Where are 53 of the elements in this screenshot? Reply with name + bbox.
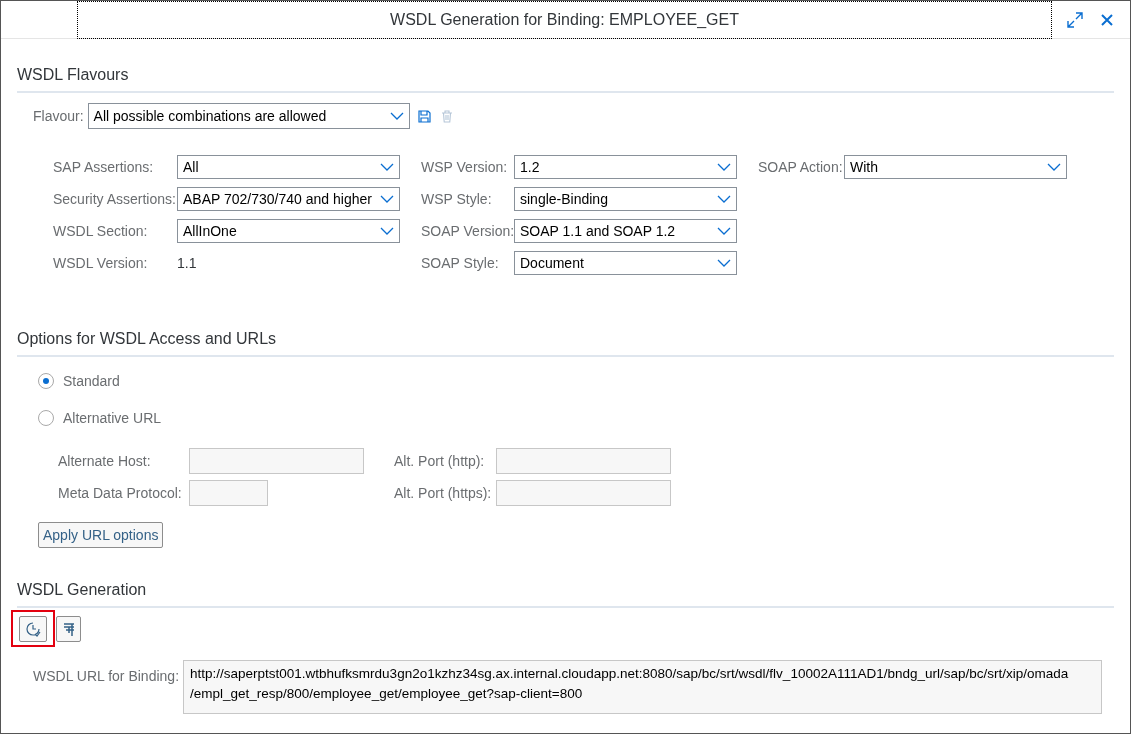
- expand-icon[interactable]: [1067, 11, 1083, 28]
- field-value: 1.1: [177, 253, 197, 273]
- field-label: WSP Version:: [421, 157, 509, 177]
- chevron-down-icon: [717, 195, 731, 203]
- field-label: WSDL URL for Binding:: [33, 667, 179, 686]
- field-label: SOAP Action:: [758, 157, 844, 177]
- field-label: WSDL Section:: [53, 221, 149, 241]
- chevron-down-icon: [717, 259, 731, 267]
- input-field[interactable]: [189, 448, 364, 474]
- radio-button[interactable]: Alternative URL: [38, 408, 1130, 428]
- field-label: SOAP Style:: [421, 253, 500, 273]
- radio-button[interactable]: Standard: [38, 371, 1130, 391]
- section-heading: Options for WSDL Access and URLs: [17, 330, 277, 347]
- chevron-down-icon: [1047, 163, 1061, 171]
- dropdown-field[interactable]: SOAP 1.1 and SOAP 1.2: [514, 219, 737, 243]
- field-label: Security Assertions:: [53, 189, 177, 209]
- dropdown-field[interactable]: ABAP 702/730/740 and higher: [177, 187, 400, 211]
- chevron-down-icon: [380, 163, 394, 171]
- dropdown-field[interactable]: 1.2: [514, 155, 737, 179]
- chevron-down-icon: [717, 163, 731, 171]
- input-field[interactable]: [496, 480, 671, 506]
- chevron-down-icon: [389, 112, 404, 120]
- chevron-down-icon: [380, 227, 394, 235]
- chevron-down-icon: [717, 227, 731, 235]
- clock-icon: [25, 620, 41, 637]
- field-label: SAP Assertions:: [53, 157, 155, 177]
- section-heading: WSDL Generation: [17, 581, 147, 598]
- window-title: WSDL Generation for Binding: EMPLOYEE_GET: [77, 1, 1052, 39]
- field-label: Alt. Port (http):: [394, 451, 486, 471]
- field-label: WSP Style:: [421, 189, 493, 209]
- field-label: Meta Data Protocol:: [58, 483, 183, 503]
- dropdown-field[interactable]: All possible combinations are allowed: [87, 103, 410, 129]
- chevron-down-icon: [380, 195, 394, 203]
- dropdown-field[interactable]: With: [844, 155, 1067, 179]
- save-icon[interactable]: [417, 109, 431, 123]
- input-field[interactable]: [189, 480, 268, 506]
- dropdown-field[interactable]: All: [177, 155, 400, 179]
- url-field[interactable]: http://saperptst001.wtbhufksmrdu3gn2o1kzhz34sg.ax.internal.cloudapp.net:8080/sap/bc/srt/wsdl/flv_10002A111AD1/bndg_url/sap/bc/srt/xip/omada /empl_get_resp/800/employee_get/employee_get?sap-client=800: [183, 660, 1102, 714]
- flow-icon: [62, 621, 75, 636]
- toolbar-button[interactable]: [56, 615, 81, 642]
- dropdown-field[interactable]: single-Binding: [514, 187, 737, 211]
- field-label: SOAP Version:: [421, 221, 514, 241]
- close-icon[interactable]: [1101, 13, 1113, 26]
- field-label: Alternate Host:: [58, 451, 152, 471]
- clock-button[interactable]: [19, 615, 47, 642]
- input-field[interactable]: [496, 448, 671, 474]
- field-label: Flavour:: [33, 106, 84, 126]
- field-label: Alt. Port (https):: [394, 483, 493, 503]
- field-label: WSDL Version:: [53, 253, 149, 273]
- dropdown-field[interactable]: AllInOne: [177, 219, 400, 243]
- apply-button[interactable]: Apply URL options: [38, 522, 164, 548]
- section-heading: WSDL Flavours: [17, 66, 129, 83]
- dropdown-field[interactable]: Document: [514, 251, 737, 275]
